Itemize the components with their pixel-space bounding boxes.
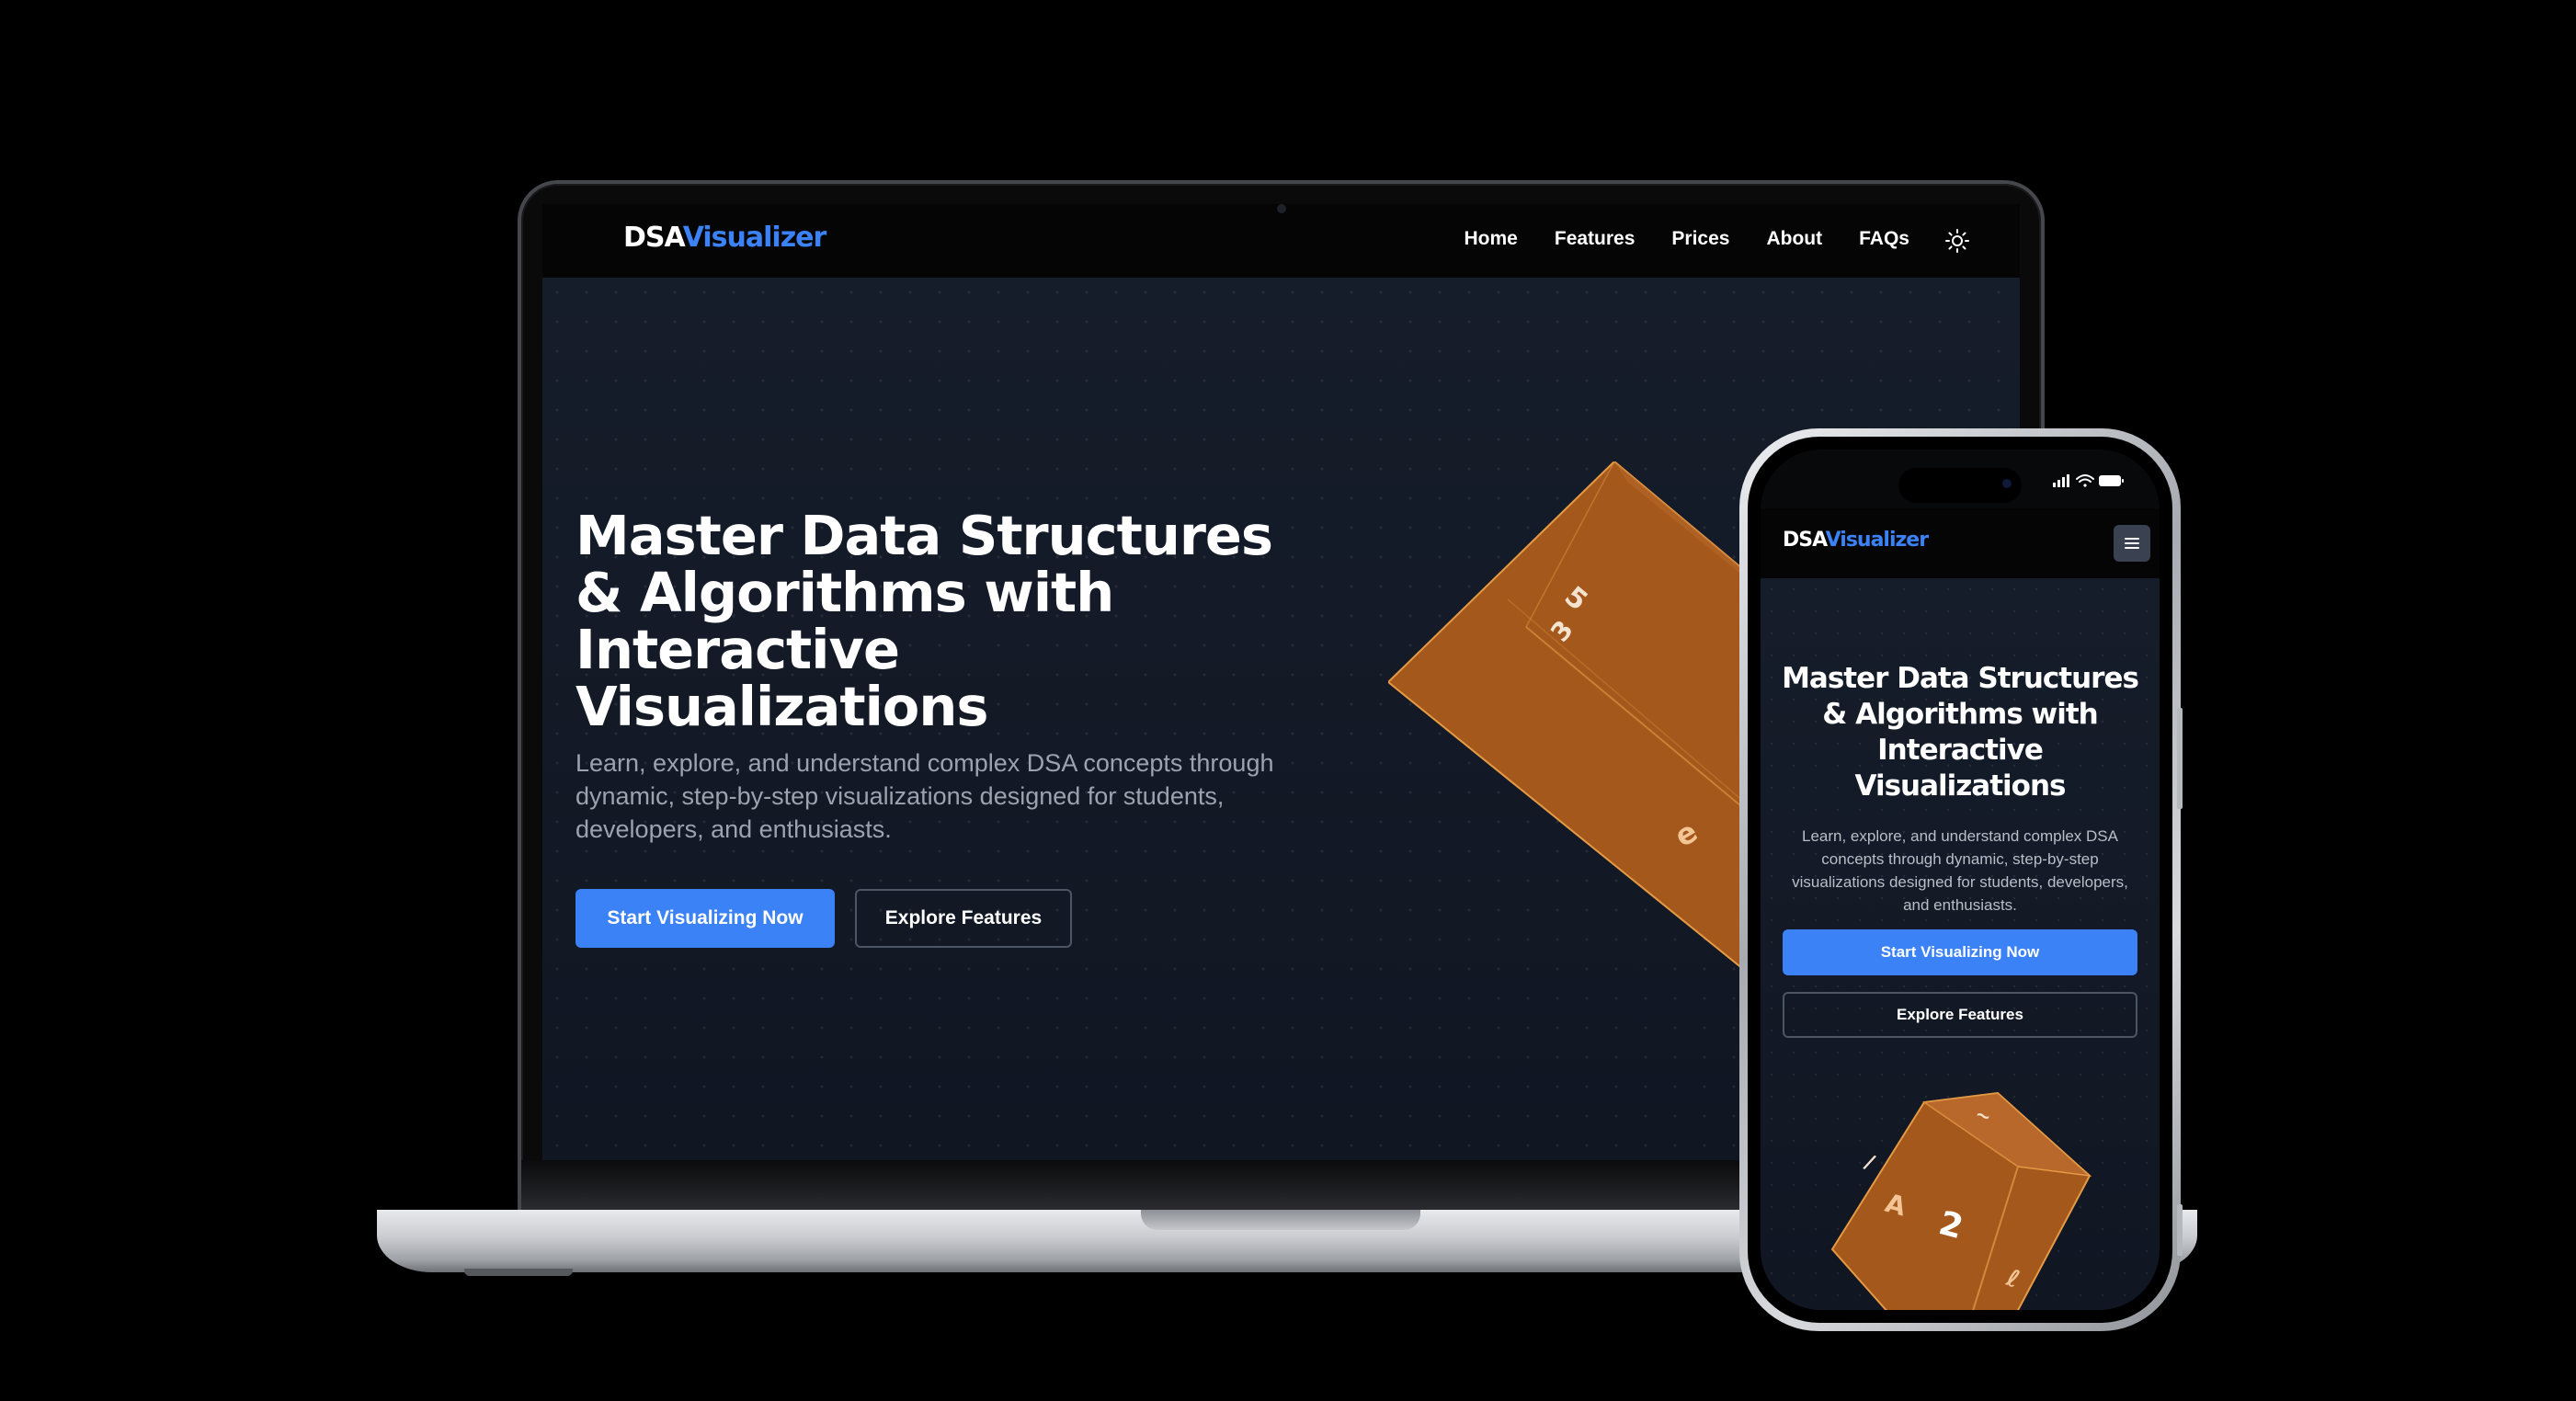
status-bar	[1761, 450, 2160, 508]
mobile-hero-section: Master Data Structures & Algorithms with…	[1761, 578, 2160, 1310]
hero-title: Master Data Structures & Algorithms with…	[1782, 662, 2139, 803]
mobile-navbar: DSAVisualizer	[1761, 508, 2160, 578]
sun-icon[interactable]	[1944, 228, 1970, 254]
nav-link-prices[interactable]: Prices	[1671, 228, 1729, 250]
wifi-icon	[2076, 474, 2094, 487]
brand-logo-part2: Visualizer	[682, 222, 827, 254]
signal-icon	[2053, 474, 2069, 487]
3d-cube-graphic: / ~ A 2 ℓ	[1830, 1091, 2092, 1310]
nav-link-about[interactable]: About	[1766, 228, 1822, 250]
laptop-foot	[464, 1269, 573, 1276]
start-visualizing-button[interactable]: Start Visualizing Now	[576, 889, 835, 948]
nav-link-faqs[interactable]: FAQs	[1859, 228, 1909, 250]
brand-logo-part2: Visualizer	[1825, 529, 1929, 552]
laptop-camera	[1277, 204, 1286, 213]
brand-logo[interactable]: DSAVisualizer	[623, 222, 826, 254]
explore-features-button[interactable]: Explore Features	[1783, 992, 2137, 1038]
nav-links: Home Features Prices About FAQs	[1465, 228, 1909, 250]
hamburger-menu-icon	[2125, 538, 2139, 549]
laptop-thumb-notch	[1141, 1210, 1420, 1230]
brand-logo-part1: DSA	[623, 222, 684, 254]
hamburger-menu-button[interactable]	[2114, 525, 2150, 562]
battery-icon	[2099, 475, 2124, 486]
phone-side-button	[2177, 1204, 2183, 1256]
start-visualizing-button[interactable]: Start Visualizing Now	[1783, 929, 2137, 975]
hero-title: Master Data Structures & Algorithms with…	[576, 504, 1273, 738]
nav-link-home[interactable]: Home	[1465, 228, 1518, 250]
nav-link-features[interactable]: Features	[1555, 228, 1636, 250]
phone-side-button	[2177, 708, 2183, 809]
hero-subtitle: Learn, explore, and understand complex D…	[1792, 827, 2128, 914]
phone-screen: DSAVisualizer Master Data Structures & A…	[1761, 450, 2160, 1310]
cube-glyph: /	[1861, 1151, 1878, 1175]
status-icons	[2053, 474, 2124, 487]
hero-subtitle: Learn, explore, and understand complex D…	[576, 749, 1274, 843]
brand-logo-part1: DSA	[1783, 529, 1827, 552]
navbar: DSAVisualizer Home Features Prices About…	[542, 204, 2020, 278]
camera-dot	[2002, 479, 2012, 488]
brand-logo[interactable]: DSAVisualizer	[1783, 529, 1929, 552]
explore-features-button[interactable]: Explore Features	[855, 889, 1072, 948]
